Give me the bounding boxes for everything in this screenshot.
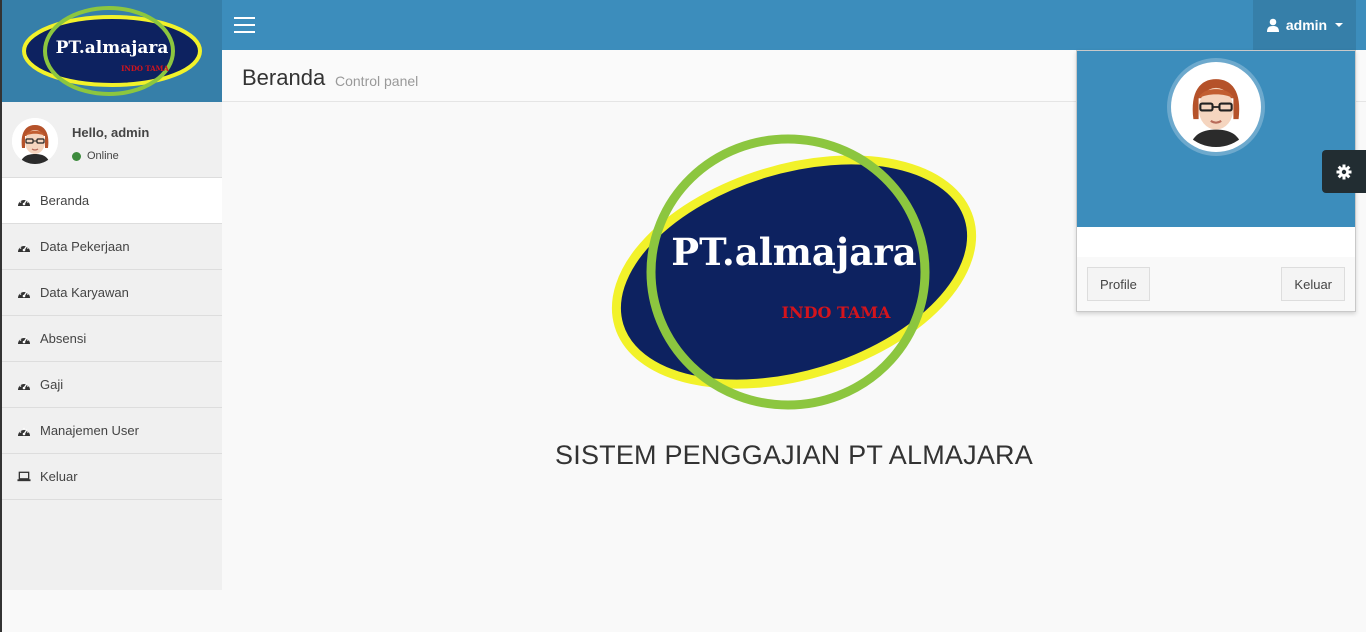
brand-logo-subtext: INDO TAMA [121,64,169,73]
dashboard-icon [17,424,31,438]
page-title: Beranda [242,65,326,90]
logout-button[interactable]: Keluar [1281,267,1345,301]
user-greeting: Hello, admin [72,125,150,140]
sidebar-item-label: Keluar [40,469,78,484]
user-dropdown-menu: Profile Keluar [1076,50,1356,312]
online-dot-icon [72,151,81,161]
page-subtitle: Control panel [335,73,419,89]
settings-toggle[interactable] [1322,150,1366,193]
top-navbar: admin [222,0,1366,50]
dashboard-icon [17,378,31,392]
company-logo-text: PT.almajara [671,230,916,274]
user-dropdown-body [1077,227,1355,257]
sidebar-item-keluar[interactable]: Keluar [2,454,222,500]
company-logo: PT.almajara INDO TAMA [611,134,977,410]
sidebar-item-data-pekerjaan[interactable]: Data Pekerjaan [2,224,222,270]
sidebar-item-data-karyawan[interactable]: Data Karyawan [2,270,222,316]
sidebar-item-label: Beranda [40,193,90,208]
avatar [1171,62,1261,152]
user-menu-name: admin [1285,17,1328,33]
sidebar-item-beranda[interactable]: Beranda [2,178,222,224]
brand-logo-text: PT.almajara [56,38,169,58]
dashboard-icon [17,286,31,300]
dashboard-icon [17,332,31,346]
company-logo-subtext: INDO TAMA [781,303,891,322]
profile-button[interactable]: Profile [1087,267,1150,301]
dashboard-icon [17,194,31,208]
dashboard-icon [17,240,31,254]
sidebar-item-label: Data Karyawan [40,285,129,300]
user-dropdown-header [1077,51,1355,227]
user-icon [1266,18,1279,32]
sidebar-item-gaji[interactable]: Gaji [2,362,222,408]
caret-down-icon [1335,23,1344,27]
user-status-label: Online [87,150,119,162]
sidebar-item-absensi[interactable]: Absensi [2,316,222,362]
sidebar-item-label: Manajemen User [40,423,139,438]
sidebar: Hello, admin Online Beranda Data Pekerja… [2,102,222,590]
user-dropdown-footer: Profile Keluar [1077,257,1355,311]
gear-icon [1336,164,1352,179]
sidebar-user-panel: Hello, admin Online [2,102,222,178]
sidebar-item-label: Data Pekerjaan [40,239,130,254]
user-menu-toggle[interactable]: admin [1253,0,1356,50]
brand-logo: PT.almajara INDO TAMA [22,6,202,96]
sidebar-toggle-icon[interactable] [234,17,255,33]
brand-logo-area[interactable]: PT.almajara INDO TAMA [2,0,222,102]
sidebar-item-label: Absensi [40,331,87,346]
avatar [12,118,58,164]
laptop-icon [17,470,31,484]
sidebar-item-label: Gaji [40,377,64,392]
system-title: SISTEM PENGGAJIAN PT ALMAJARA [555,440,1033,470]
sidebar-item-manajemen-user[interactable]: Manajemen User [2,408,222,454]
user-status: Online [72,150,119,162]
